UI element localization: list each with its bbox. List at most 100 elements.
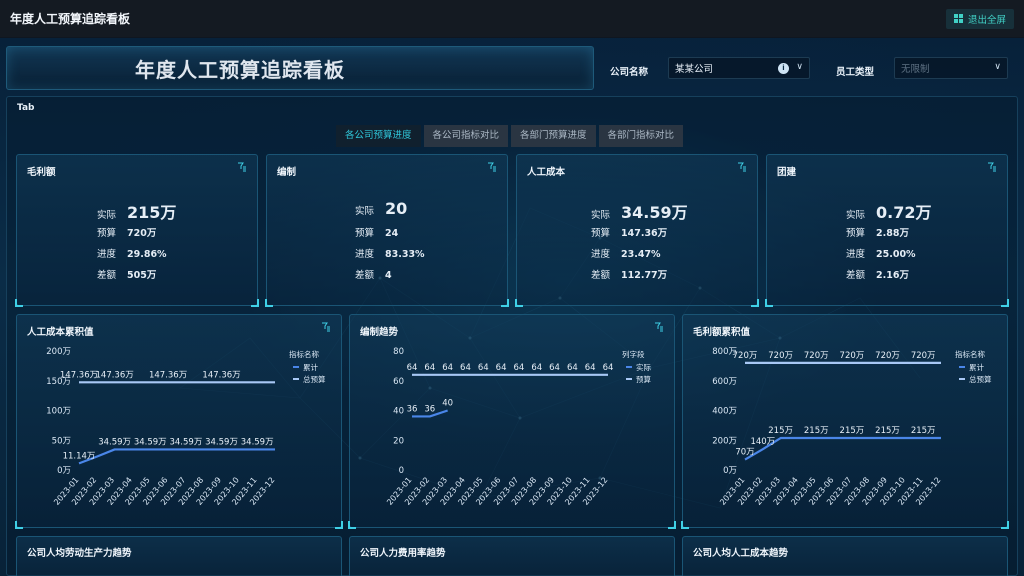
headcount-chart: 8060402002023-012023-022023-032023-04202… <box>385 347 651 507</box>
data-label: 64 <box>442 363 453 373</box>
y-tick-label: 60 <box>393 377 404 387</box>
legend-item[interactable]: 累计 <box>303 362 318 372</box>
company-select[interactable]: 某某公司 i ∨ <box>668 57 810 79</box>
data-label: 64 <box>585 363 596 373</box>
exit-fullscreen-button[interactable]: 退出全屏 <box>945 8 1014 29</box>
data-label: 64 <box>407 363 418 373</box>
data-label: 215万 <box>875 426 900 436</box>
kpi-label: 预算 <box>846 228 866 239</box>
gross-profit-chart: 800万600万400万200万0万2023-012023-022023-032… <box>712 347 992 507</box>
y-tick-label: 20 <box>393 436 404 446</box>
legend-item[interactable]: 总预算 <box>303 374 326 384</box>
kpi-label: 预算 <box>97 228 117 239</box>
bottom-card-title: 公司人均人工成本趋势 <box>693 548 789 559</box>
kpi-title: 人工成本 <box>527 167 566 178</box>
legend-item[interactable]: 总预算 <box>969 374 992 384</box>
y-tick-label: 600万 <box>712 377 737 387</box>
kpi-label: 进度 <box>591 249 611 260</box>
legend-item[interactable]: 实际 <box>636 362 651 372</box>
legend-item[interactable]: 预算 <box>636 374 651 384</box>
kpi-label: 进度 <box>97 249 117 260</box>
app-title: 年度人工预算追踪看板 <box>10 12 131 26</box>
data-label: 720万 <box>804 351 829 361</box>
data-label: 147.36万 <box>149 370 187 380</box>
kpi-card: 人工成本 实际 34.59万预算 147.36万 进度 23.47% 差额 112.77万 <box>515 154 759 307</box>
bottom-card-labor-expense-rate: 公司人力费用率趋势 <box>349 536 675 576</box>
kpi-label: 差额 <box>355 270 375 281</box>
kpi-diff: 差额 505万 <box>97 267 156 281</box>
kpi-label: 实际 <box>846 210 866 221</box>
kpi-diff: 差额 112.77万 <box>591 267 667 281</box>
data-label: 147.36万 <box>60 370 98 380</box>
bottom-card-per-capita-cost: 公司人均人工成本趋势 <box>682 536 1008 576</box>
data-label: 64 <box>567 363 578 373</box>
data-label: 40 <box>442 399 453 409</box>
y-tick-label: 0万 <box>723 466 737 476</box>
kpi-diff: 差额 2.16万 <box>846 267 909 281</box>
y-tick-label: 200万 <box>712 436 737 446</box>
kpi-value: 83.33% <box>385 249 425 260</box>
kpi-value: 0.72万 <box>876 203 932 222</box>
tab-department-budget-progress[interactable]: 各部门预算进度 <box>511 125 596 147</box>
kpi-value: 20 <box>385 199 408 218</box>
kpi-label: 预算 <box>355 228 375 239</box>
kpi-value: 147.36万 <box>621 228 668 239</box>
kpi-title: 毛利额 <box>27 167 56 178</box>
kpi-actual: 实际 34.59万 <box>591 199 688 223</box>
kpi-value: 29.86% <box>127 249 167 260</box>
legend-title: 列字段 <box>622 349 645 359</box>
kpi-label: 实际 <box>97 210 117 221</box>
kpi-value: 23.47% <box>621 249 661 260</box>
data-label: 215万 <box>768 426 793 436</box>
kpi-budget: 预算 24 <box>355 225 398 239</box>
data-label: 36 <box>424 404 435 414</box>
kpi-budget: 预算 2.88万 <box>846 225 909 239</box>
series-line-累计 <box>78 448 275 465</box>
kpi-value: 720万 <box>127 228 157 239</box>
kpi-value: 24 <box>385 228 399 239</box>
tab-company-budget-progress[interactable]: 各公司预算进度 <box>336 125 421 147</box>
chart-card-labor-cost: 人工成本累积值 200万 150万 100万 50万 0万 2023-01 2023-02 2… <box>15 314 343 529</box>
kpi-value: 505万 <box>127 270 157 281</box>
kpi-actual: 实际 20 <box>355 199 407 218</box>
data-label: 720万 <box>911 351 936 361</box>
kpi-diff: 差额 4 <box>355 267 392 281</box>
kpi-label: 进度 <box>355 249 375 260</box>
data-label: 64 <box>603 363 614 373</box>
filter-icon[interactable] <box>237 162 247 172</box>
dashboard-canvas: 年度人工预算追踪看板 公司名称 某某公司 i ∨ 员工类型 无限制 ∨ Tab … <box>0 38 1024 576</box>
kpi-label: 预算 <box>591 228 611 239</box>
data-label: 36 <box>407 404 418 414</box>
kpi-label: 实际 <box>355 206 375 217</box>
bottom-card-productivity: 公司人均劳动生产力趋势 <box>16 536 342 576</box>
data-label: 64 <box>513 363 524 373</box>
tab-bar: 各公司预算进度 各公司指标对比 各部门预算进度 各部门指标对比 <box>336 125 684 147</box>
kpi-progress: 进度 23.47% <box>591 246 661 260</box>
data-label: 34.59万 <box>169 437 202 447</box>
kpi-budget: 预算 720万 <box>97 225 156 239</box>
clear-icon[interactable]: i <box>778 63 789 74</box>
y-tick-label: 80 <box>393 347 404 357</box>
filter-icon[interactable] <box>737 162 747 172</box>
company-select-value: 某某公司 <box>675 64 714 75</box>
kpi-value: 25.00% <box>876 249 916 260</box>
kpi-label: 差额 <box>97 270 117 281</box>
tab-company-metric-compare[interactable]: 各公司指标对比 <box>423 125 509 147</box>
grid-icon <box>953 14 963 23</box>
tab-department-metric-compare[interactable]: 各部门指标对比 <box>598 125 684 147</box>
bottom-card-title: 公司人均劳动生产力趋势 <box>27 548 132 559</box>
filter-icon[interactable] <box>987 162 997 172</box>
y-tick-label: 50万 <box>52 436 71 446</box>
data-label: 147.36万 <box>96 370 134 380</box>
company-filter-label: 公司名称 <box>610 67 649 78</box>
data-label: 11.14万 <box>63 451 96 461</box>
data-label: 720万 <box>840 351 865 361</box>
dashboard-banner: 年度人工预算追踪看板 <box>6 46 594 90</box>
employee-type-select[interactable]: 无限制 ∨ <box>894 57 1008 79</box>
legend-item[interactable]: 累计 <box>969 362 984 372</box>
kpi-value: 34.59万 <box>621 203 688 222</box>
chart-card-gross-profit: 毛利额累积值 800万 600万 400万 200万 0万 2023-01 2023-02 2… <box>681 314 1009 529</box>
y-tick-label: 200万 <box>46 347 71 357</box>
data-label: 147.36万 <box>202 370 240 380</box>
filter-icon[interactable] <box>487 162 497 172</box>
